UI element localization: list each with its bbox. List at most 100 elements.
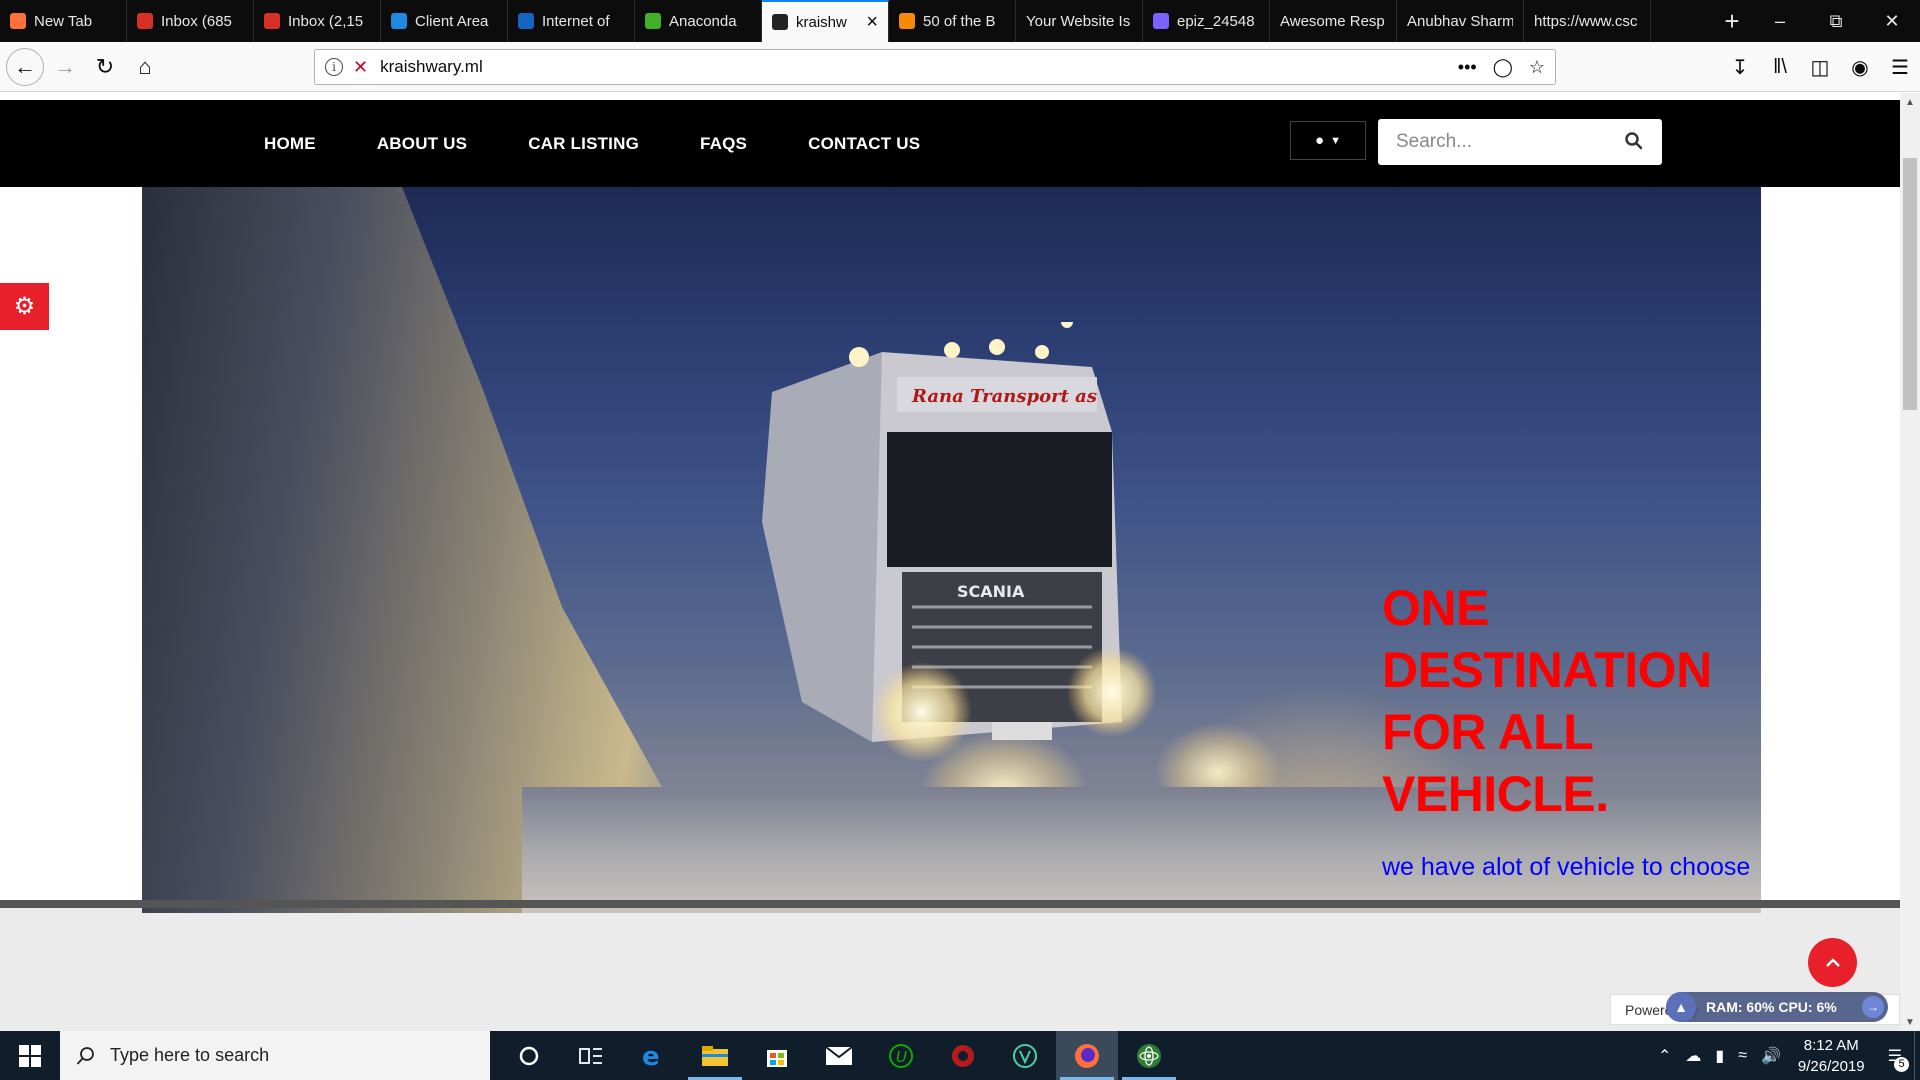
site-menu-item[interactable]: FAQS xyxy=(700,134,747,154)
scroll-up-arrow-icon[interactable]: ▲ xyxy=(1900,93,1920,111)
page-actions-icon[interactable]: ••• xyxy=(1458,57,1477,78)
svg-text:e: e xyxy=(642,1043,660,1069)
upwork-icon[interactable]: U xyxy=(870,1031,932,1080)
vpn-icon[interactable] xyxy=(994,1031,1056,1080)
scrollbar-thumb[interactable] xyxy=(1903,158,1917,410)
site-menu-item[interactable]: CAR LISTING xyxy=(528,134,639,154)
volume-icon[interactable]: 🔊 xyxy=(1761,1046,1781,1066)
firefox-icon[interactable] xyxy=(1056,1031,1118,1080)
clock[interactable]: 8:12 AM 9/26/2019 xyxy=(1798,1035,1865,1077)
toolbar-tools: ↧ ‖\ ◫ ◉ ☰ xyxy=(1720,42,1920,92)
onedrive-icon[interactable]: ☁ xyxy=(1685,1046,1701,1066)
mail-icon[interactable] xyxy=(808,1031,870,1080)
browser-tab[interactable]: Your Website Is xyxy=(1016,0,1143,42)
browser-tab[interactable]: Inbox (685 xyxy=(127,0,254,42)
system-monitor-widget[interactable]: ▲ RAM: 60% CPU: 6% → xyxy=(1666,992,1888,1022)
close-tab-icon[interactable]: × xyxy=(866,11,878,34)
new-tab-button[interactable]: + xyxy=(1712,0,1752,42)
windows-logo-icon xyxy=(19,1044,41,1067)
tab-label: New Tab xyxy=(34,12,93,30)
site-info-icon[interactable]: i xyxy=(325,58,343,76)
gmail-icon xyxy=(137,13,153,29)
chevron-up-icon[interactable]: ⌃ xyxy=(1658,1046,1671,1066)
chevron-down-icon: ▼ xyxy=(1330,134,1341,147)
tab-label: Inbox (685 xyxy=(161,12,232,30)
scroll-down-arrow-icon[interactable]: ▼ xyxy=(1900,1013,1920,1031)
atom-icon[interactable] xyxy=(1118,1031,1180,1080)
browser-tab[interactable]: Client Area xyxy=(381,0,508,42)
home-button[interactable]: ⌂ xyxy=(126,48,164,86)
user-menu-button[interactable]: ● ▼ xyxy=(1290,121,1366,160)
site-menu-item[interactable]: HOME xyxy=(264,134,316,154)
file-explorer-icon[interactable] xyxy=(684,1031,746,1080)
firefox-icon xyxy=(10,13,26,29)
browser-tab[interactable]: Anaconda xyxy=(635,0,762,42)
site-menu-item[interactable]: ABOUT US xyxy=(377,134,467,154)
site-search xyxy=(1378,119,1662,165)
tab-label: Your Website Is xyxy=(1026,12,1131,30)
notification-center-icon[interactable]: ☰ 5 xyxy=(1888,1046,1909,1072)
windows-taskbar: Type here to search e U ⌃ ☁ ▮ ≈ 🔊 8:12 A… xyxy=(0,1031,1920,1080)
store-icon[interactable] xyxy=(746,1031,808,1080)
gear-icon: ⚙ xyxy=(13,293,36,320)
bookmark-star-icon[interactable]: ☆ xyxy=(1529,57,1545,78)
tab-label: Internet of xyxy=(542,12,610,30)
bookmark-icon xyxy=(899,13,915,29)
scroll-to-top-button[interactable] xyxy=(1808,938,1857,987)
pocket-icon[interactable]: ◯ xyxy=(1493,57,1513,78)
tab-label: Anaconda xyxy=(669,12,737,30)
hero-text-block: ONE DESTINATION FOR ALL VEHICLE. we have… xyxy=(1382,577,1761,882)
close-window-button[interactable]: ✕ xyxy=(1864,0,1920,42)
antivirus-icon[interactable] xyxy=(932,1031,994,1080)
hero-subtitle: we have alot of vehicle to choose xyxy=(1382,853,1751,881)
forward-button[interactable]: → xyxy=(46,48,84,86)
arrow-right-icon: → xyxy=(1862,996,1884,1018)
browser-tab[interactable]: kraishw × xyxy=(762,0,889,42)
vertical-scrollbar[interactable]: ▲ ▼ xyxy=(1900,93,1920,1031)
library-icon[interactable]: ‖\ xyxy=(1760,56,1800,79)
slider-progress-bar xyxy=(0,900,1900,908)
notification-count: 5 xyxy=(1894,1056,1909,1072)
insecure-lock-icon[interactable]: ✕ xyxy=(353,57,368,78)
taskbar-search-box[interactable]: Type here to search xyxy=(60,1031,490,1080)
user-icon: ● xyxy=(1315,132,1325,149)
search-icon[interactable] xyxy=(1624,131,1644,151)
site-header: HOME ABOUT US CAR LISTING FAQS CONTACT US ● … xyxy=(0,100,1900,187)
site-search-input[interactable] xyxy=(1378,131,1608,153)
minimize-button[interactable]: – xyxy=(1752,0,1808,42)
browser-tab[interactable]: Anubhav Sharm xyxy=(1397,0,1524,42)
address-bar[interactable]: i ✕ kraishwary.ml ••• ◯ ☆ xyxy=(314,49,1556,85)
tab-label: Awesome Resp xyxy=(1280,12,1385,30)
menu-icon[interactable]: ☰ xyxy=(1880,55,1920,80)
tab-list: New Tab Inbox (685 Inbox (2,15 Client Area I… xyxy=(0,0,1712,42)
browser-tab[interactable]: Awesome Resp xyxy=(1270,0,1397,42)
sidebar-icon[interactable]: ◫ xyxy=(1800,55,1840,80)
wifi-icon[interactable]: ≈ xyxy=(1738,1047,1747,1065)
show-desktop-button[interactable] xyxy=(1914,1031,1920,1080)
edge-icon[interactable]: e xyxy=(622,1031,684,1080)
tab-label: https://www.csc xyxy=(1534,12,1638,30)
task-view-icon[interactable] xyxy=(560,1031,622,1080)
browser-toolbar: ← → ↻ ⌂ i ✕ kraishwary.ml ••• ◯ ☆ ↧ ‖\ ◫… xyxy=(0,42,1920,92)
battery-icon[interactable]: ▮ xyxy=(1715,1046,1724,1066)
browser-tab[interactable]: New Tab xyxy=(0,0,127,42)
browser-tab[interactable]: epiz_24548 xyxy=(1143,0,1270,42)
downloads-icon[interactable]: ↧ xyxy=(1720,55,1760,80)
tab-label: kraishw xyxy=(796,13,847,31)
reload-button[interactable]: ↻ xyxy=(86,48,124,86)
account-icon[interactable]: ◉ xyxy=(1840,55,1880,80)
site-menu-item[interactable]: CONTACT US xyxy=(808,134,920,154)
start-button[interactable] xyxy=(0,1031,60,1080)
browser-tab[interactable]: Inbox (2,15 xyxy=(254,0,381,42)
s-logo-icon xyxy=(518,13,534,29)
back-button[interactable]: ← xyxy=(6,47,44,86)
browser-tab[interactable]: https://www.csc xyxy=(1524,0,1651,42)
browser-tab[interactable]: Internet of xyxy=(508,0,635,42)
cortana-icon[interactable] xyxy=(498,1031,560,1080)
browser-tab[interactable]: 50 of the B xyxy=(889,0,1016,42)
restore-button[interactable]: ⧉ xyxy=(1808,0,1864,42)
system-tray: ⌃ ☁ ▮ ≈ 🔊 8:12 AM 9/26/2019 ☰ 5 xyxy=(1651,1031,1920,1080)
truck-brand-text: SCANIA xyxy=(957,582,1025,601)
page-viewport: HOME ABOUT US CAR LISTING FAQS CONTACT US ● … xyxy=(0,93,1900,1031)
settings-panel-toggle[interactable]: ⚙ xyxy=(0,283,49,330)
